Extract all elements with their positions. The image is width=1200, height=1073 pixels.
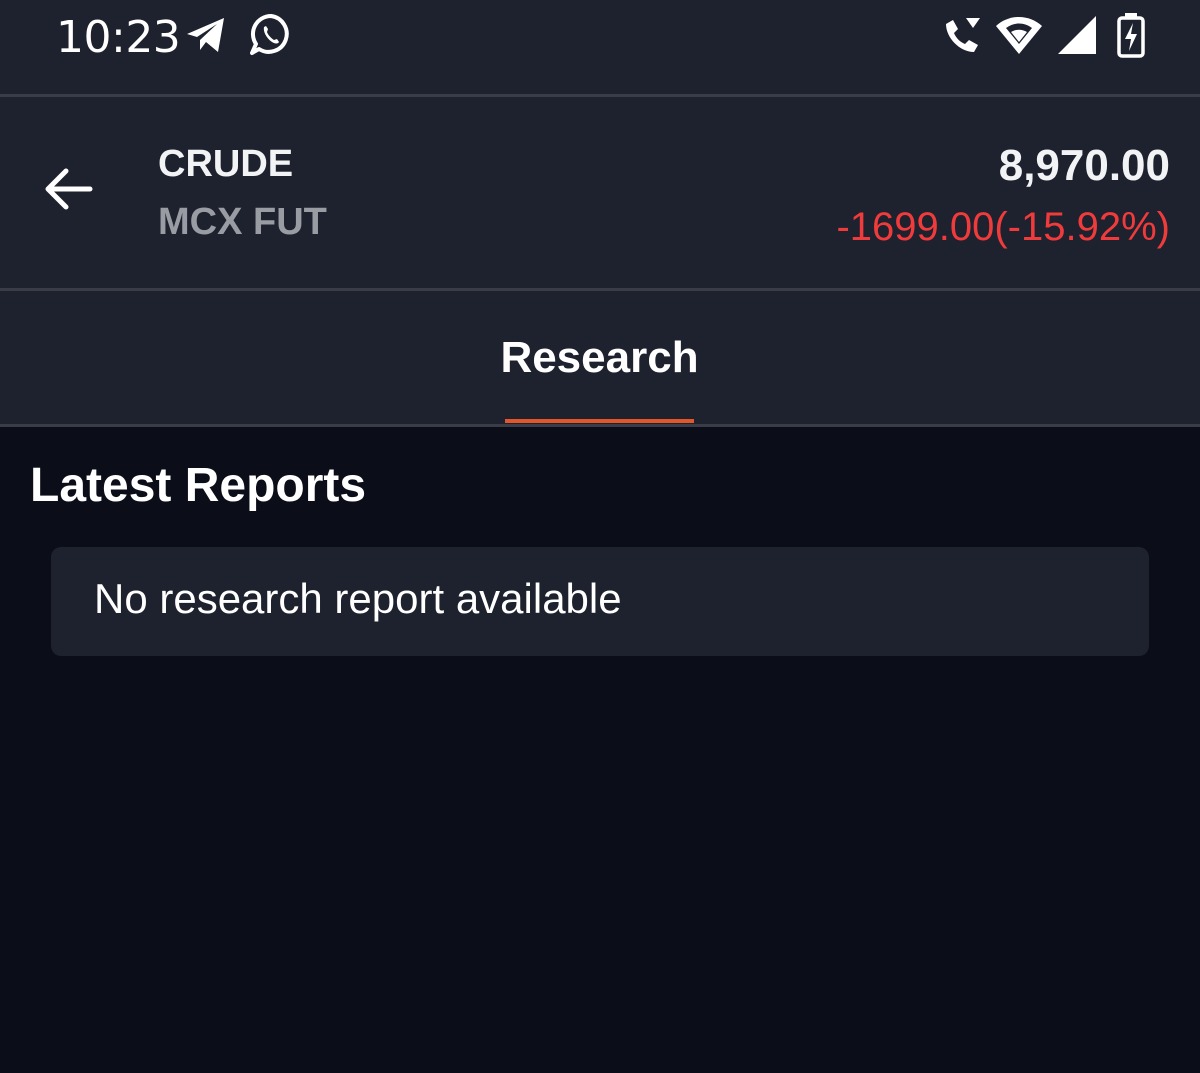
empty-state-message: No research report available <box>94 575 622 622</box>
price-change: -1699.00(-15.92%) <box>836 205 1170 249</box>
tab-research[interactable]: Research <box>500 291 698 424</box>
battery-charging-icon <box>1116 12 1146 63</box>
status-bar: 10:23 <box>0 0 1200 94</box>
arrow-left-icon <box>45 168 93 210</box>
instrument-header: CRUDE MCX FUT 8,970.00 -1699.00(-15.92%) <box>0 97 1200 288</box>
empty-state-card: No research report available <box>51 547 1149 656</box>
last-price: 8,970.00 <box>998 141 1170 190</box>
status-time: 10:23 <box>56 12 181 63</box>
back-button[interactable] <box>30 153 106 225</box>
active-tab-indicator <box>505 419 694 423</box>
divider <box>0 424 1200 427</box>
cellular-signal-icon <box>1056 14 1098 61</box>
section-title: Latest Reports <box>30 459 367 512</box>
whatsapp-icon <box>248 12 294 63</box>
tab-bar: Research <box>0 291 1200 424</box>
wifi-calling-icon <box>940 14 984 63</box>
symbol-exchange: MCX FUT <box>158 201 327 243</box>
symbol-name: CRUDE <box>158 143 294 185</box>
telegram-icon <box>184 14 228 61</box>
wifi-icon <box>994 16 1044 61</box>
